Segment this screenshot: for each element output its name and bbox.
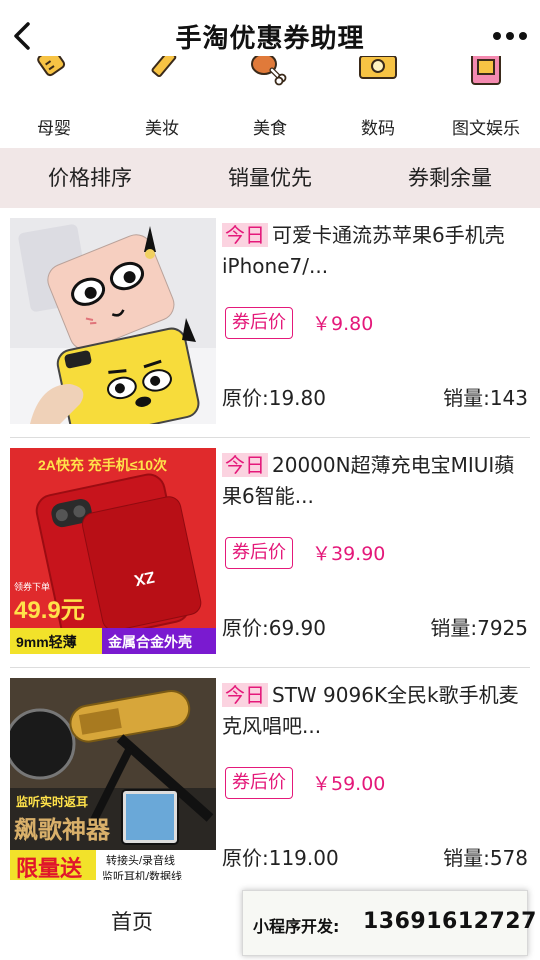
image-feature-right: 金属合金外壳 [107, 634, 192, 650]
category-label: 数码 [361, 119, 395, 139]
promo-label: 小程序开发: [253, 917, 340, 936]
page-title: 手淘优惠券助理 [175, 24, 365, 54]
book-icon [471, 56, 501, 85]
coupon-price: ￥59.00 [312, 773, 386, 795]
sort-by-sales[interactable]: 销量优先 [180, 148, 360, 208]
category-item-digital[interactable]: 数码 [324, 56, 432, 148]
category-label: 母婴 [37, 119, 71, 139]
product-image-phone-case[interactable] [10, 218, 216, 424]
image-badge-price: 49.9元 [14, 597, 85, 624]
promo-contact-box[interactable]: 小程序开发: 13691612727 [242, 890, 536, 956]
product-item[interactable]: 监听实时返耳 飙歌神器 限量送 转接头/录音线 监听耳机/数据线 今日 STW 9… [0, 668, 540, 898]
original-price: 原价:119.00 [222, 846, 339, 870]
drumstick-icon [251, 56, 287, 86]
coupon-price: ￥9.80 [312, 313, 374, 335]
category-item-baby[interactable]: 母婴 [0, 56, 108, 148]
product-list: 今日 可爱卡通流苏苹果6手机壳iPhone7/... 券后价 ￥9.80 原价:1… [0, 208, 540, 898]
image-gift-items1: 转接头/录音线 [106, 853, 175, 867]
coupon-price: ￥39.90 [312, 543, 386, 565]
product-image-power-bank[interactable]: 2A快充 充手机≤10次 ZX 领券下单 49.9元 9mm轻薄 金属合金外壳 [10, 448, 216, 654]
more-options-icon[interactable] [492, 24, 528, 48]
image-line1: 监听实时返耳 [16, 794, 88, 809]
promo-phone: 13691612727 [363, 909, 537, 934]
original-price: 原价:19.80 [222, 386, 326, 410]
product-image-microphone[interactable]: 监听实时返耳 飙歌神器 限量送 转接头/录音线 监听耳机/数据线 [10, 678, 216, 884]
sales-count: 销量:578 [443, 846, 528, 870]
coupon-badge: 券后价 [225, 307, 293, 339]
baby-bottle-icon [37, 56, 66, 77]
coupon-badge: 券后价 [225, 537, 293, 569]
image-headline: 2A快充 充手机≤10次 [38, 457, 167, 473]
category-item-beauty[interactable]: 美妆 [108, 56, 216, 148]
sort-by-coupon-remaining[interactable]: 券剩余量 [360, 148, 540, 208]
sort-by-price[interactable]: 价格排序 [0, 148, 180, 208]
category-item-food[interactable]: 美食 [216, 56, 324, 148]
sort-bar: 价格排序 销量优先 券剩余量 [0, 148, 540, 208]
image-line2: 飙歌神器 [14, 817, 111, 844]
category-label: 图文娱乐 [452, 119, 520, 139]
product-item[interactable]: 今日 可爱卡通流苏苹果6手机壳iPhone7/... 券后价 ￥9.80 原价:1… [0, 208, 540, 438]
product-title[interactable]: 今日 20000N超薄充电宝MIUI蘋果6智能... [222, 450, 532, 514]
category-label: 美食 [253, 119, 287, 139]
category-label: 美妆 [145, 119, 179, 139]
tab-home[interactable]: 首页 [60, 906, 204, 936]
product-title[interactable]: 今日 可爱卡通流苏苹果6手机壳iPhone7/... [222, 220, 532, 284]
sales-count: 销量:7925 [430, 616, 528, 640]
camera-icon [359, 56, 397, 79]
category-row: 母婴 美妆 美食 数码 图文娱乐 [0, 56, 540, 148]
category-item-entertainment[interactable]: 图文娱乐 [432, 56, 540, 148]
today-tag: 今日 [222, 453, 268, 477]
lipstick-icon [151, 56, 177, 78]
original-price: 原价:69.90 [222, 616, 326, 640]
sales-count: 销量:143 [443, 386, 528, 410]
today-tag: 今日 [222, 223, 268, 247]
product-title[interactable]: 今日 STW 9096K全民k歌手机麦克风唱吧... [222, 680, 532, 744]
image-badge-label: 领券下单 [14, 581, 50, 592]
image-gift: 限量送 [16, 856, 82, 881]
coupon-badge: 券后价 [225, 767, 293, 799]
product-item[interactable]: 2A快充 充手机≤10次 ZX 领券下单 49.9元 9mm轻薄 金属合金外壳 … [0, 438, 540, 668]
image-feature-left: 9mm轻薄 [16, 634, 77, 650]
today-tag: 今日 [222, 683, 268, 707]
